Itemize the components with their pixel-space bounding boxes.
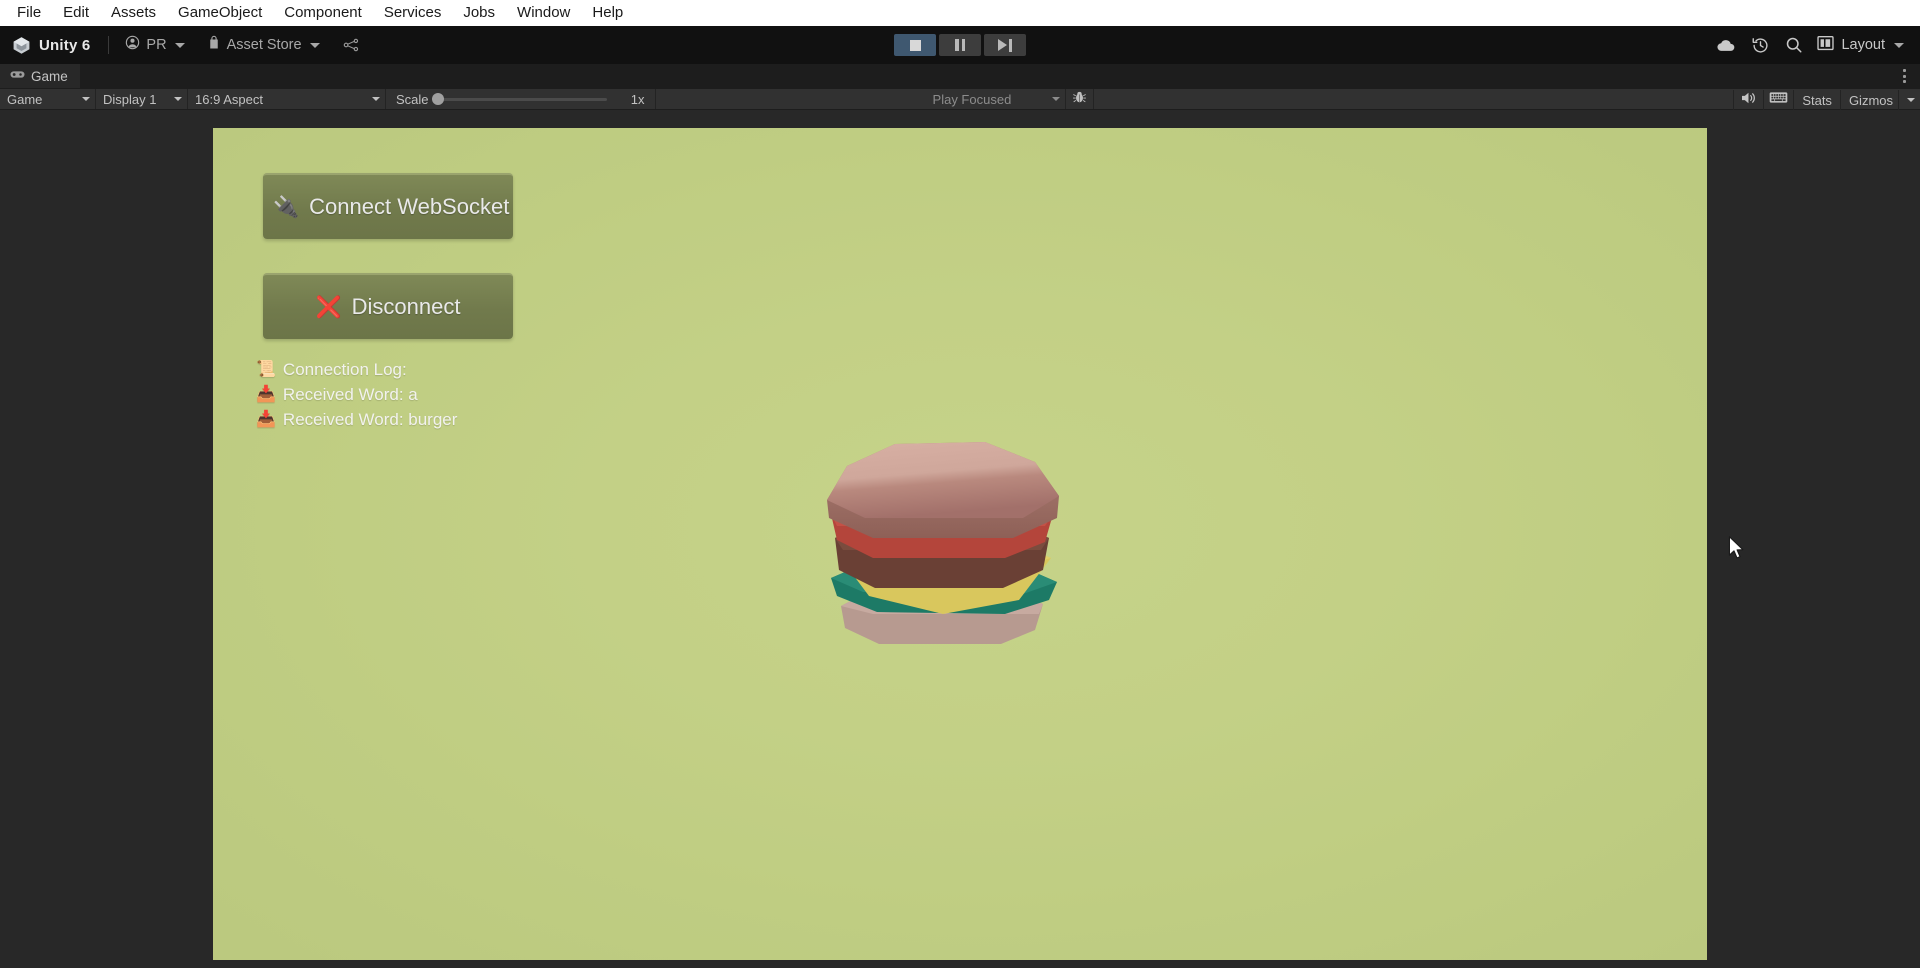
layout-button[interactable]: Layout bbox=[1811, 31, 1910, 60]
toolbar-divider bbox=[108, 36, 110, 54]
disconnect-label: Disconnect bbox=[351, 294, 461, 319]
chevron-down-icon bbox=[174, 42, 185, 48]
gamepad-icon bbox=[10, 67, 25, 85]
play-mode-dropdown[interactable]: Play Focused bbox=[926, 89, 1066, 109]
unity-logo-icon bbox=[12, 36, 31, 55]
cloud-button[interactable] bbox=[1709, 31, 1743, 59]
scale-slider[interactable] bbox=[431, 93, 607, 105]
account-icon bbox=[125, 35, 140, 55]
connect-websocket-label: Connect WebSocket bbox=[309, 194, 510, 219]
menu-item-component[interactable]: Component bbox=[273, 1, 373, 25]
menu-item-jobs[interactable]: Jobs bbox=[452, 1, 506, 25]
pause-icon bbox=[955, 39, 965, 51]
speaker-icon bbox=[1740, 91, 1758, 110]
chevron-down-icon bbox=[1906, 98, 1915, 102]
history-button[interactable] bbox=[1743, 31, 1777, 59]
gizmos-dropdown[interactable]: Gizmos bbox=[1839, 90, 1898, 110]
bug-icon bbox=[1072, 90, 1087, 109]
cross-mark-icon: ❌ bbox=[315, 295, 342, 319]
stop-icon bbox=[909, 39, 921, 51]
collab-share-button[interactable] bbox=[334, 31, 368, 59]
menu-bar: File Edit Assets GameObject Component Se… bbox=[0, 0, 1920, 26]
view-mode-label: Game bbox=[7, 91, 43, 107]
layout-label: Layout bbox=[1841, 37, 1885, 53]
pause-button[interactable] bbox=[939, 34, 981, 56]
step-icon bbox=[998, 38, 1012, 52]
log-line-text: Connection Log: bbox=[282, 360, 407, 379]
panel-tab-bar: Game bbox=[0, 64, 1920, 88]
scale-label: Scale bbox=[396, 91, 429, 107]
toolbar-right-group: Layout bbox=[1709, 31, 1910, 60]
panel-more-button[interactable] bbox=[1899, 65, 1910, 87]
play-button[interactable] bbox=[894, 34, 936, 56]
layout-icon bbox=[1817, 35, 1835, 56]
aspect-toggle-button[interactable] bbox=[1763, 90, 1793, 110]
chevron-down-icon bbox=[309, 42, 320, 48]
step-button[interactable] bbox=[984, 34, 1026, 56]
scale-value: 1x bbox=[630, 91, 645, 107]
inbox-tray-icon: 📥 bbox=[256, 386, 276, 403]
connect-websocket-button[interactable]: 🔌 Connect WebSocket bbox=[263, 173, 513, 239]
scale-control: Scale 1x bbox=[386, 89, 656, 109]
menu-item-gameobject[interactable]: GameObject bbox=[167, 1, 273, 25]
game-view-area: 🔌 Connect WebSocket ❌ Disconnect 📜 Conne… bbox=[0, 128, 1920, 968]
tab-game[interactable]: Game bbox=[0, 64, 80, 88]
unity-brand: Unity 6 bbox=[8, 36, 100, 55]
play-controls bbox=[894, 34, 1026, 56]
log-line-text: Received Word: burger bbox=[282, 410, 458, 429]
chevron-down-icon bbox=[1894, 42, 1904, 48]
scroll-icon: 📜 bbox=[256, 361, 276, 378]
chevron-down-icon bbox=[372, 97, 380, 101]
tab-game-label: Game bbox=[31, 68, 68, 84]
menu-item-window[interactable]: Window bbox=[506, 1, 581, 25]
plug-icon: 🔌 bbox=[273, 195, 300, 219]
log-line: 📜 Connection Log: bbox=[256, 360, 457, 380]
menu-item-file[interactable]: File bbox=[6, 1, 52, 25]
log-line-text: Received Word: a bbox=[282, 385, 418, 404]
disconnect-button[interactable]: ❌ Disconnect bbox=[263, 273, 513, 339]
burger-model bbox=[813, 438, 1073, 668]
log-line: 📥 Received Word: burger bbox=[256, 410, 457, 430]
game-render-surface[interactable]: 🔌 Connect WebSocket ❌ Disconnect 📜 Conne… bbox=[213, 128, 1707, 960]
asset-store-button[interactable]: Asset Store bbox=[199, 31, 328, 59]
menu-item-services[interactable]: Services bbox=[373, 1, 453, 25]
asset-store-label: Asset Store bbox=[226, 37, 302, 53]
aspect-ratio-dropdown[interactable]: 16:9 Aspect bbox=[188, 89, 386, 109]
game-view-toolbar: Game Display 1 16:9 Aspect Scale 1x Play… bbox=[0, 88, 1920, 110]
debug-button[interactable] bbox=[1066, 89, 1094, 109]
play-mode-label: Play Focused bbox=[932, 91, 1012, 107]
aspect-ratio-label: 16:9 Aspect bbox=[195, 91, 263, 107]
main-toolbar: Unity 6 PR Asset Store Layout bbox=[0, 26, 1920, 64]
stats-button[interactable]: Stats bbox=[1793, 90, 1840, 110]
connection-log: 📜 Connection Log: 📥 Received Word: a 📥 R… bbox=[256, 360, 457, 430]
shopping-bag-icon bbox=[207, 35, 221, 55]
gizmos-dropdown-arrow[interactable] bbox=[1898, 90, 1920, 110]
mute-audio-button[interactable] bbox=[1733, 90, 1763, 110]
display-dropdown[interactable]: Display 1 bbox=[96, 89, 188, 109]
menu-item-assets[interactable]: Assets bbox=[100, 1, 167, 25]
game-toolbar-right-group: Stats Gizmos bbox=[1733, 89, 1920, 111]
chevron-down-icon bbox=[1051, 97, 1060, 101]
gizmos-label: Gizmos bbox=[1848, 92, 1893, 108]
account-label: PR bbox=[146, 37, 167, 53]
menu-item-edit[interactable]: Edit bbox=[52, 1, 100, 25]
account-button[interactable]: PR bbox=[117, 31, 192, 59]
chevron-down-icon bbox=[82, 97, 90, 101]
chevron-down-icon bbox=[174, 97, 182, 101]
display-label: Display 1 bbox=[103, 91, 157, 107]
view-mode-dropdown[interactable]: Game bbox=[0, 89, 96, 109]
search-button[interactable] bbox=[1777, 31, 1811, 59]
scale-slider-handle[interactable] bbox=[431, 93, 444, 105]
inbox-tray-icon: 📥 bbox=[256, 411, 276, 428]
unity-version-label: Unity 6 bbox=[39, 36, 91, 54]
keyboard-icon bbox=[1769, 91, 1788, 109]
menu-item-help[interactable]: Help bbox=[581, 1, 634, 25]
log-line: 📥 Received Word: a bbox=[256, 385, 457, 405]
